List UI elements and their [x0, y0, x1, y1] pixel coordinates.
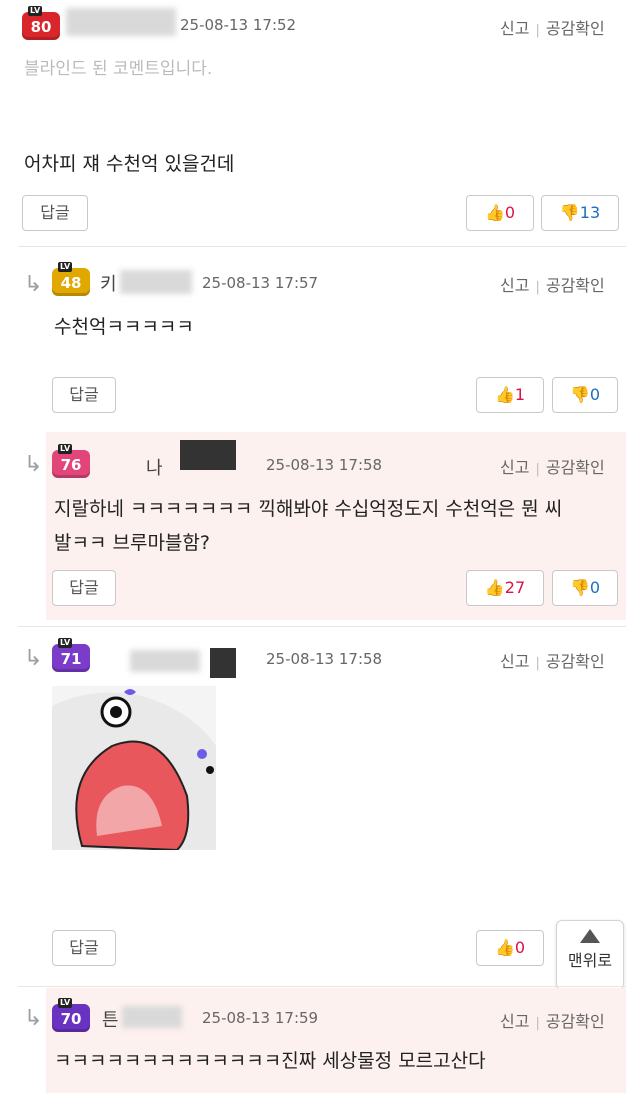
- comment-text-line-2: 발ㅋㅋ 브루마블함?: [54, 532, 210, 554]
- comment-text: 어차피 쟤 수천억 있을건데: [24, 153, 235, 175]
- nickname-redacted: [130, 650, 200, 672]
- cartoon-image: [52, 686, 216, 850]
- comment-5: ↳ LV 70 튼 25-08-13 17:59 신고 | 공감확인 ㅋㅋㅋㅋㅋㅋㅋㅋ…: [0, 988, 640, 1093]
- reply-arrow-icon: ↳: [24, 452, 43, 477]
- level-badge: LV 48: [52, 262, 90, 296]
- attached-image[interactable]: [52, 686, 216, 850]
- reply-button[interactable]: 답글: [22, 195, 88, 231]
- comment-actions: 신고 | 공감확인: [500, 1012, 605, 1031]
- comment-date: 25-08-13 17:52: [180, 16, 297, 34]
- dislike-button[interactable]: 👎0: [552, 570, 618, 606]
- scroll-top-label: 맨위로: [567, 951, 613, 970]
- like-thumb-icon: 👍: [484, 578, 505, 597]
- nickname: 튼: [102, 1010, 119, 1031]
- report-link[interactable]: 신고: [500, 652, 529, 671]
- reply-arrow-icon: ↳: [24, 1006, 43, 1031]
- level-badge: LV 80: [22, 6, 60, 40]
- empathy-link[interactable]: 공감확인: [546, 1012, 605, 1031]
- nickname-redacted: [122, 1006, 182, 1028]
- nickname: 나: [146, 458, 163, 479]
- divider: [18, 626, 626, 627]
- comment-text: 수천억ㅋㅋㅋㅋㅋ: [54, 316, 194, 338]
- comment-text-line-1: 지랄하네 ㅋㅋㅋㅋㅋㅋㅋ 끽해봐야 수십억정도지 수천억은 뭔 씨: [54, 498, 563, 520]
- reply-arrow-icon: ↳: [24, 272, 43, 297]
- comment-actions: 신고 | 공감확인: [500, 19, 605, 38]
- comment-1: LV 80 25-08-13 17:52 신고 | 공감확인 블라인드 된 코멘트입니…: [0, 0, 640, 236]
- empathy-link[interactable]: 공감확인: [546, 652, 605, 671]
- empathy-link[interactable]: 공감확인: [546, 276, 605, 295]
- dislike-button[interactable]: 👎13: [541, 195, 619, 231]
- report-link[interactable]: 신고: [500, 458, 529, 477]
- reply-button[interactable]: 답글: [52, 570, 116, 606]
- nickname-redacted-block: [210, 648, 236, 678]
- divider: [18, 246, 626, 247]
- comment-text: ㅋㅋㅋㅋㅋㅋㅋㅋㅋㅋㅋㅋㅋ진짜 세상물정 모르고산다: [54, 1050, 486, 1072]
- level-badge: LV 71: [52, 638, 90, 672]
- comment-actions: 신고 | 공감확인: [500, 276, 605, 295]
- level-badge: LV 70: [52, 998, 90, 1032]
- like-button[interactable]: 👍0: [476, 930, 544, 966]
- comment-actions: 신고 | 공감확인: [500, 652, 605, 671]
- like-thumb-icon: 👍: [494, 385, 515, 404]
- comment-date: 25-08-13 17:58: [266, 650, 383, 668]
- comment-date: 25-08-13 17:59: [202, 1009, 319, 1027]
- comment-4: ↳ LV 71 25-08-13 17:58 신고 | 공감확인 답글 👍0: [0, 628, 640, 982]
- comment-2: ↳ LV 48 키 25-08-13 17:57 신고 | 공감확인 수천억ㅋㅋㅋㅋㅋ…: [0, 250, 640, 426]
- dislike-button[interactable]: 👎0: [552, 377, 618, 413]
- reply-arrow-icon: ↳: [24, 646, 43, 671]
- nickname: 키: [100, 274, 117, 295]
- comment-3: ↳ LV 76 나 25-08-13 17:58 신고 | 공감확인 지랄하네 ㅋㅋㅋ…: [0, 432, 640, 620]
- up-triangle-icon: [580, 929, 600, 943]
- like-button[interactable]: 👍1: [476, 377, 544, 413]
- nickname-redacted: [120, 270, 192, 294]
- comment-date: 25-08-13 17:57: [202, 274, 319, 292]
- like-thumb-icon: 👍: [494, 938, 515, 957]
- scroll-top-button[interactable]: 맨위로: [556, 920, 624, 990]
- report-link[interactable]: 신고: [500, 276, 529, 295]
- nickname-redacted: [180, 440, 236, 470]
- empathy-link[interactable]: 공감확인: [546, 19, 605, 38]
- reply-button[interactable]: 답글: [52, 377, 116, 413]
- divider: [18, 986, 626, 987]
- dislike-thumb-icon: 👎: [569, 578, 590, 597]
- blinded-notice: 블라인드 된 코멘트입니다.: [24, 59, 213, 79]
- dislike-thumb-icon: 👎: [569, 385, 590, 404]
- level-badge: LV 76: [52, 444, 90, 478]
- report-link[interactable]: 신고: [500, 1012, 529, 1031]
- empathy-link[interactable]: 공감확인: [546, 458, 605, 477]
- reply-button[interactable]: 답글: [52, 930, 116, 966]
- report-link[interactable]: 신고: [500, 19, 529, 38]
- comment-actions: 신고 | 공감확인: [500, 458, 605, 477]
- dislike-thumb-icon: 👎: [559, 203, 580, 222]
- nickname-redacted: [66, 8, 176, 36]
- like-thumb-icon: 👍: [484, 203, 505, 222]
- like-button[interactable]: 👍0: [466, 195, 534, 231]
- like-button[interactable]: 👍27: [466, 570, 544, 606]
- comment-date: 25-08-13 17:58: [266, 456, 383, 474]
